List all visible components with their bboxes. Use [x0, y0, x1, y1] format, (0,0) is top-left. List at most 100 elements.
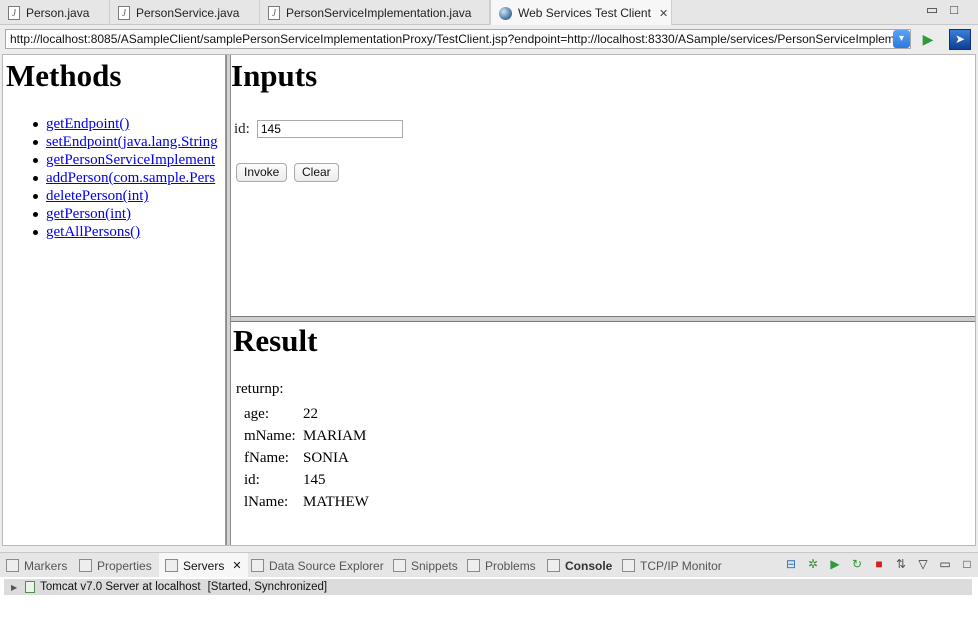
return-label: returnp: [236, 381, 284, 397]
table-row: mName: MARIAM [236, 425, 369, 447]
inputs-frame: Inputs id: Invoke Clear [231, 55, 975, 316]
list-item: setEndpoint(java.lang.String [33, 133, 218, 151]
tab-snippets[interactable]: Snippets [393, 553, 458, 578]
result-frame: Result returnp: age: 22 mName: MARIAM fN… [231, 322, 975, 545]
server-status: [Started, Synchronized] [207, 581, 328, 593]
tab-label: Markers [24, 558, 68, 573]
console-icon [547, 559, 560, 572]
web-browser-icon[interactable]: ➤ [949, 29, 971, 50]
monitor-icon [622, 559, 635, 572]
table-row: age: 22 [236, 403, 369, 425]
close-icon[interactable]: ✕ [659, 7, 668, 20]
table-row: id: 145 [236, 469, 369, 491]
view-toolbar: ⊟ ✲ ▶ ↻ ■ ⇅ ▽ ▭ □ [784, 557, 974, 571]
editor-tab-bar: J Person.java J PersonService.java J Per… [0, 0, 978, 26]
tab-properties[interactable]: Properties [79, 553, 152, 578]
tab-label: Snippets [411, 558, 458, 573]
list-item: getAllPersons() [33, 223, 218, 241]
result-key: fName: [244, 449, 289, 466]
tab-tcpip-monitor[interactable]: TCP/IP Monitor [622, 553, 722, 578]
collapse-icon[interactable]: ⊟ [784, 557, 798, 571]
result-key: lName: [244, 493, 289, 510]
id-label: id: [234, 120, 250, 137]
tab-web-services-test-client[interactable]: Web Services Test Client ✕ [490, 0, 672, 26]
minimize-icon[interactable]: ▭ [926, 2, 950, 17]
markers-icon [6, 559, 19, 572]
globe-icon [499, 6, 512, 20]
methods-frame: Methods getEndpoint() setEndpoint(java.l… [3, 55, 226, 545]
tab-label: PersonServiceImplementation.java [286, 5, 472, 20]
servers-view: ▶ Tomcat v7.0 Server at localhost [Start… [0, 577, 978, 641]
result-key: age: [244, 405, 269, 422]
list-item: addPerson(com.sample.Pers [33, 169, 218, 187]
servers-icon [165, 559, 178, 572]
result-value: SONIA [303, 449, 349, 466]
id-row: id: [234, 120, 403, 138]
tab-person-java[interactable]: J Person.java [0, 0, 110, 25]
stop-icon[interactable]: ■ [872, 557, 886, 571]
result-title: Result [233, 323, 318, 358]
properties-icon [79, 559, 92, 572]
server-name: Tomcat v7.0 Server at localhost [40, 581, 201, 593]
tab-problems[interactable]: Problems [467, 553, 536, 578]
tab-markers[interactable]: Markers [6, 553, 67, 578]
tab-label: Web Services Test Client [518, 6, 651, 20]
result-value: 145 [303, 471, 326, 488]
java-file-icon: J [118, 5, 130, 20]
url-input[interactable]: http://localhost:8085/ASampleClient/samp… [5, 29, 911, 49]
view-menu-icon[interactable]: ▽ [916, 557, 930, 571]
tab-personserviceimplementation-java[interactable]: J PersonServiceImplementation.java [260, 0, 490, 25]
snippets-icon [393, 559, 406, 572]
browser-content: Methods getEndpoint() setEndpoint(java.l… [2, 54, 976, 546]
method-link[interactable]: getEndpoint() [46, 116, 129, 132]
tab-label: TCP/IP Monitor [640, 558, 722, 573]
tab-data-source-explorer[interactable]: Data Source Explorer [251, 553, 384, 578]
method-link[interactable]: setEndpoint(java.lang.String [46, 134, 218, 150]
start-icon[interactable]: ▶ [828, 557, 842, 571]
minimize-icon[interactable]: ▭ [938, 557, 952, 571]
chevron-down-icon[interactable]: ▾ [893, 30, 910, 48]
maximize-icon[interactable]: □ [950, 2, 970, 17]
table-row: lName: MATHEW [236, 491, 369, 513]
go-icon[interactable]: ▶ [920, 31, 936, 47]
list-item: getPerson(int) [33, 205, 218, 223]
methods-title: Methods [6, 58, 122, 93]
method-link[interactable]: getPerson(int) [46, 206, 131, 222]
methods-list: getEndpoint() setEndpoint(java.lang.Stri… [33, 115, 218, 241]
problems-icon [467, 559, 480, 572]
java-file-icon: J [268, 5, 280, 20]
server-row[interactable]: ▶ Tomcat v7.0 Server at localhost [Start… [4, 579, 972, 595]
expand-icon[interactable]: ▶ [11, 583, 17, 592]
tab-label: PersonService.java [136, 5, 240, 20]
server-icon [25, 581, 36, 593]
result-key: id: [244, 471, 260, 488]
tab-servers[interactable]: Servers ✕ [159, 553, 248, 578]
clear-button[interactable]: Clear [294, 163, 339, 182]
maximize-icon[interactable]: □ [960, 557, 974, 571]
list-item: getEndpoint() [33, 115, 218, 133]
result-key: mName: [244, 427, 296, 444]
window-controls: ▭□ [926, 2, 970, 18]
result-table: returnp: age: 22 mName: MARIAM fName: SO… [236, 381, 369, 513]
publish-icon[interactable]: ⇅ [894, 557, 908, 571]
id-input[interactable] [256, 120, 403, 138]
method-link[interactable]: addPerson(com.sample.Pers [46, 170, 215, 186]
tab-label: Person.java [26, 5, 90, 20]
inputs-title: Inputs [231, 58, 318, 93]
java-file-icon: J [8, 5, 20, 20]
close-icon[interactable]: ✕ [232, 559, 241, 572]
list-item: getPersonServiceImplement [33, 151, 218, 169]
invoke-button[interactable]: Invoke [236, 163, 288, 182]
debug-icon[interactable]: ✲ [806, 557, 820, 571]
profile-icon[interactable]: ↻ [850, 557, 864, 571]
tab-label: Data Source Explorer [269, 558, 384, 573]
tab-console[interactable]: Console [547, 553, 612, 578]
tab-label: Properties [97, 558, 152, 573]
method-link[interactable]: deletePerson(int) [46, 188, 148, 204]
table-row: fName: SONIA [236, 447, 369, 469]
method-link[interactable]: getAllPersons() [46, 224, 140, 240]
result-value: 22 [303, 405, 318, 422]
result-value: MATHEW [303, 493, 369, 510]
tab-personservice-java[interactable]: J PersonService.java [110, 0, 260, 25]
method-link[interactable]: getPersonServiceImplement [46, 152, 215, 168]
